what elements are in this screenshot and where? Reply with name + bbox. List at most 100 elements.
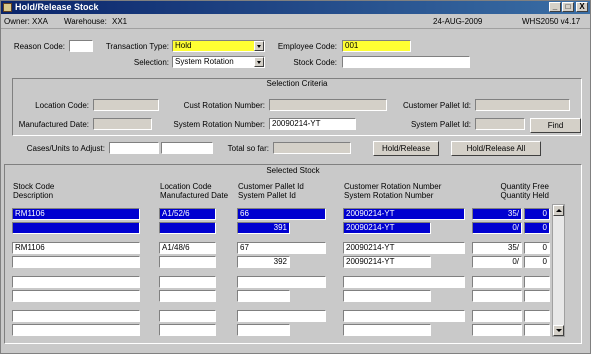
manufactured-date-field[interactable]	[93, 118, 152, 130]
stock-code-cell[interactable]: RM1106	[12, 242, 140, 254]
quantity-held-units-cell[interactable]: 0	[524, 256, 550, 268]
manufactured-date-label: Manufactured Date:	[18, 120, 89, 129]
quantity-free-units-cell[interactable]: 0	[524, 208, 550, 220]
col-quantity-held: Quantity Held	[500, 191, 549, 200]
employee-code-field[interactable]: 001	[342, 40, 411, 52]
reason-code-field[interactable]	[69, 40, 93, 52]
transaction-type-value: Hold	[175, 41, 192, 50]
warehouse-label: Warehouse:	[64, 17, 107, 26]
location-cell[interactable]: A1/48/6	[159, 242, 216, 254]
total-so-far-field	[273, 142, 351, 154]
warehouse-value: XX1	[112, 17, 128, 26]
system-pallet-label: System Pallet Id:	[410, 120, 471, 129]
maximize-button[interactable]: □	[562, 2, 574, 12]
transaction-type-select[interactable]: Hold	[172, 40, 265, 52]
quantity-free-cases-cell[interactable]: 35/	[472, 242, 522, 254]
manufactured-date-cell[interactable]	[159, 222, 216, 234]
find-button[interactable]: Find	[530, 118, 581, 133]
location-cell[interactable]: A1/52/6	[159, 208, 216, 220]
stock-code-cell[interactable]	[12, 276, 140, 288]
units-field[interactable]	[161, 142, 213, 154]
col-system-rotation: System Rotation Number	[344, 191, 434, 200]
quantity-held-units-cell[interactable]: 0	[524, 222, 550, 234]
description-cell[interactable]	[12, 222, 140, 234]
cust-rotation-label: Cust Rotation Number:	[183, 101, 265, 110]
location-code-label: Location Code:	[35, 101, 89, 110]
transaction-type-label: Transaction Type:	[105, 42, 169, 51]
version-display: WHS2050 v4.17	[522, 17, 581, 26]
description-cell[interactable]	[12, 256, 140, 268]
minimize-button[interactable]: _	[549, 2, 561, 12]
system-rotation-cell[interactable]: 20090214-YT	[343, 256, 431, 268]
chevron-down-icon[interactable]	[254, 57, 264, 67]
description-cell[interactable]	[12, 324, 140, 336]
col-description: Description	[13, 191, 54, 200]
customer-pallet-cell[interactable]: 66	[237, 208, 326, 220]
quantity-held-cases-cell[interactable]	[472, 290, 522, 302]
system-rotation-cell[interactable]	[343, 324, 431, 336]
cases-field[interactable]	[109, 142, 159, 154]
window-title: Hold/Release Stock	[15, 2, 99, 12]
customer-rotation-cell[interactable]	[343, 310, 465, 322]
customer-pallet-cell[interactable]	[237, 276, 326, 288]
customer-rotation-cell[interactable]	[343, 276, 465, 288]
window: Hold/Release Stock _ □ X Owner: XXA Ware…	[0, 0, 591, 354]
location-code-field[interactable]	[93, 99, 159, 111]
system-pallet-cell[interactable]	[237, 324, 290, 336]
stock-code-field[interactable]	[342, 56, 470, 68]
manufactured-date-cell[interactable]	[159, 256, 216, 268]
customer-rotation-cell[interactable]: 20090214-YT	[343, 208, 465, 220]
quantity-held-units-cell[interactable]	[524, 324, 550, 336]
scroll-up-icon[interactable]	[553, 205, 564, 216]
reason-code-label: Reason Code:	[13, 42, 65, 51]
quantity-held-cases-cell[interactable]: 0/	[472, 256, 522, 268]
description-cell[interactable]	[12, 290, 140, 302]
col-manufactured-date: Manufactured Date	[160, 191, 229, 200]
system-pallet-cell[interactable]	[237, 290, 290, 302]
system-rotation-cell[interactable]: 20090214-YT	[343, 222, 431, 234]
quantity-held-units-cell[interactable]	[524, 290, 550, 302]
hold-release-button[interactable]: Hold/Release	[373, 141, 439, 156]
quantity-free-units-cell[interactable]: 0	[524, 242, 550, 254]
quantity-free-units-cell[interactable]	[524, 310, 550, 322]
chevron-down-icon[interactable]	[254, 41, 264, 51]
stock-code-cell[interactable]	[12, 310, 140, 322]
cust-rotation-field[interactable]	[269, 99, 387, 111]
quantity-free-cases-cell[interactable]	[472, 276, 522, 288]
stock-code-label: Stock Code:	[293, 58, 337, 67]
owner-value: XXA	[32, 17, 49, 26]
vertical-scrollbar[interactable]	[552, 204, 565, 337]
total-so-far-label: Total so far:	[227, 144, 269, 153]
customer-pallet-cell[interactable]: 67	[237, 242, 326, 254]
quantity-held-cases-cell[interactable]	[472, 324, 522, 336]
selection-criteria-title: Selection Criteria	[266, 79, 328, 88]
col-system-pallet: System Pallet Id	[238, 191, 296, 200]
location-cell[interactable]	[159, 276, 216, 288]
selected-stock-title: Selected Stock	[266, 166, 320, 175]
quantity-free-units-cell[interactable]	[524, 276, 550, 288]
quantity-held-cases-cell[interactable]: 0/	[472, 222, 522, 234]
manufactured-date-cell[interactable]	[159, 290, 216, 302]
close-button[interactable]: X	[576, 2, 588, 12]
title-bar: Hold/Release Stock _ □ X	[1, 1, 590, 14]
system-rotation-field[interactable]: 20090214-YT	[269, 118, 356, 130]
employee-code-label: Employee Code:	[277, 42, 337, 51]
selection-label: Selection:	[133, 58, 169, 67]
quantity-free-cases-cell[interactable]	[472, 310, 522, 322]
selection-select[interactable]: System Rotation	[172, 56, 265, 68]
scroll-down-icon[interactable]	[553, 325, 564, 336]
customer-pallet-cell[interactable]	[237, 310, 326, 322]
location-cell[interactable]	[159, 310, 216, 322]
hold-release-all-button[interactable]: Hold/Release All	[451, 141, 541, 156]
quantity-free-cases-cell[interactable]: 35/	[472, 208, 522, 220]
app-icon	[3, 3, 12, 12]
customer-rotation-cell[interactable]: 20090214-YT	[343, 242, 465, 254]
system-pallet-field[interactable]	[475, 118, 525, 130]
manufactured-date-cell[interactable]	[159, 324, 216, 336]
system-pallet-cell[interactable]: 391	[237, 222, 290, 234]
system-rotation-cell[interactable]	[343, 290, 431, 302]
system-rotation-label: System Rotation Number:	[173, 120, 265, 129]
customer-pallet-field[interactable]	[475, 99, 570, 111]
system-pallet-cell[interactable]: 392	[237, 256, 290, 268]
stock-code-cell[interactable]: RM1106	[12, 208, 140, 220]
